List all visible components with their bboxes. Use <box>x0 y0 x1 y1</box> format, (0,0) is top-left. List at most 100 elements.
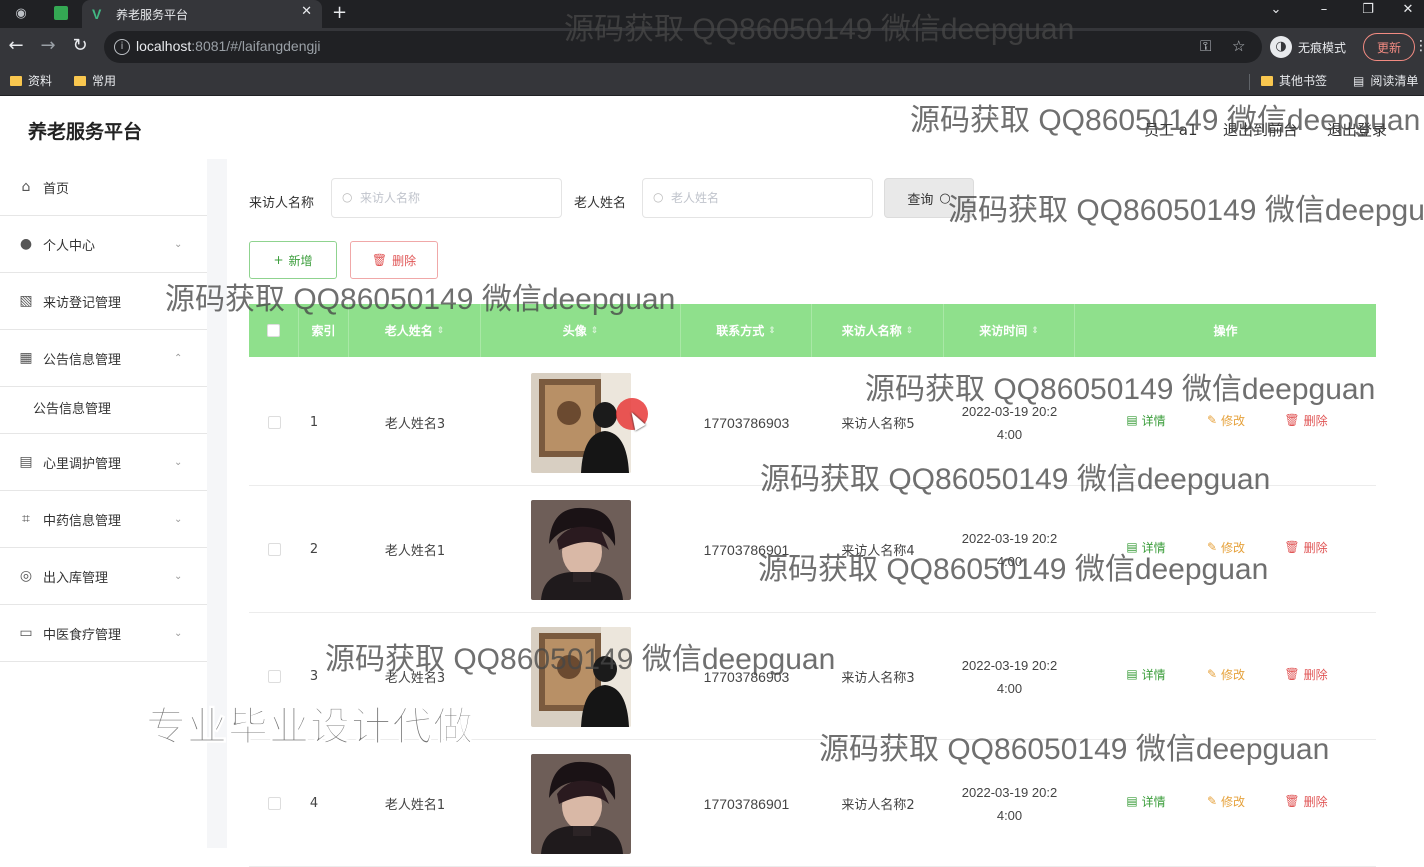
forward-icon[interactable]: → <box>38 36 58 56</box>
reading-list-icon: ▤ <box>1353 73 1365 88</box>
select-all-checkbox[interactable] <box>267 324 280 337</box>
col-avatar[interactable]: 头像 ⇕ <box>481 304 681 357</box>
chrome-profile-icon[interactable]: ◉ <box>8 2 34 24</box>
visitor-name-input-wrap[interactable]: ○ <box>331 178 562 218</box>
sort-icon[interactable]: ⇕ <box>1031 326 1039 336</box>
sidebar-item-notice[interactable]: ▦ 公告信息管理 ⌃ <box>0 330 207 387</box>
new-tab-icon[interactable]: + <box>332 2 347 23</box>
browser-menu-icon[interactable]: ⋮ <box>1414 38 1424 54</box>
close-window-icon[interactable]: ✕ <box>1396 2 1420 17</box>
crop-icon: ⌗ <box>22 511 30 527</box>
row-checkbox[interactable] <box>267 543 281 556</box>
visit-time-line: 2022-03-19 20:2 <box>961 657 1058 673</box>
row-checkbox[interactable] <box>267 797 281 810</box>
reload-icon[interactable]: ↻ <box>70 36 90 56</box>
edit-button[interactable]: ✎ 修改 <box>1191 657 1261 691</box>
add-button[interactable]: + 新增 <box>249 241 337 279</box>
logout-link[interactable]: 退出登录 <box>1327 119 1387 140</box>
row-delete-button[interactable]: 🗑 删除 <box>1271 403 1341 437</box>
sidebar-item-psych[interactable]: ▤ 心里调护管理 ⌄ <box>0 434 207 491</box>
maximize-icon[interactable]: ❐ <box>1356 2 1380 17</box>
sort-icon[interactable]: ⇕ <box>437 326 445 336</box>
folder-icon <box>10 75 22 86</box>
other-bookmarks[interactable]: 其他书签 <box>1261 72 1327 89</box>
sort-icon[interactable]: ⇕ <box>768 326 776 336</box>
row-delete-button[interactable]: 🗑 删除 <box>1271 784 1341 818</box>
col-label: 头像 <box>562 324 587 338</box>
visit-time-line: 2022-03-19 20:2 <box>961 530 1058 546</box>
user-icon: ● <box>19 236 33 252</box>
tab-search-icon[interactable]: ⌄ <box>1264 2 1288 17</box>
sidebar-item-visit[interactable]: ▧ 来访登记管理 <box>0 273 207 330</box>
tab-group-icon[interactable] <box>48 2 74 24</box>
avatar[interactable] <box>531 372 631 473</box>
row-delete-label: 删除 <box>1303 667 1328 682</box>
sort-icon[interactable]: ⇕ <box>591 326 599 336</box>
briefcase-icon: ▭ <box>19 625 33 641</box>
pencil-icon: ✎ <box>1206 667 1218 681</box>
visitor-name-input[interactable] <box>360 188 540 208</box>
reading-list[interactable]: ▤ 阅读清单 <box>1353 72 1418 89</box>
row-elder-name: 老人姓名3 <box>384 671 446 686</box>
minimize-icon[interactable]: – <box>1312 2 1336 17</box>
back-icon[interactable]: ← <box>6 36 26 56</box>
batch-delete-button[interactable]: 🗑 删除 <box>350 241 438 279</box>
row-visit-time: 2022-03-19 20:2 4:00 <box>944 486 1075 613</box>
sidebar-subitem-notice[interactable]: 公告信息管理 <box>0 382 207 434</box>
avatar[interactable] <box>531 499 631 600</box>
site-info-icon[interactable]: i <box>114 39 130 55</box>
sidebar-item-herb[interactable]: ⌗ 中药信息管理 ⌄ <box>0 491 207 548</box>
edit-button[interactable]: ✎ 修改 <box>1191 530 1261 564</box>
folder-icon <box>1261 75 1273 86</box>
bookmark-folder-2[interactable]: 常用 <box>74 72 116 89</box>
row-delete-button[interactable]: 🗑 删除 <box>1271 657 1341 691</box>
detail-button[interactable]: ▤ 详情 <box>1111 530 1181 564</box>
back-to-front-link[interactable]: 退出到前台 <box>1223 119 1298 140</box>
sidebar-item-personal[interactable]: ● 个人中心 ⌄ <box>0 216 207 273</box>
search-icon: ○ <box>939 190 951 206</box>
row-delete-button[interactable]: 🗑 删除 <box>1271 530 1341 564</box>
detail-button[interactable]: ▤ 详情 <box>1111 784 1181 818</box>
visit-table: 索引 老人姓名 ⇕ 头像 ⇕ 联系方式 ⇕ 来访人名称 ⇕ 来访时间 ⇕ 操作 … <box>249 304 1376 867</box>
avatar[interactable] <box>531 626 631 727</box>
table-row: 3 老人姓名3 17703786903 来访人名称3 2022-03-19 20… <box>249 613 1376 740</box>
sidebar-item-label: 公告信息管理 <box>43 352 122 368</box>
avatar[interactable] <box>531 753 631 854</box>
chart-icon: ▧ <box>19 293 33 309</box>
query-button[interactable]: 查询 ○ <box>884 178 974 218</box>
detail-button[interactable]: ▤ 详情 <box>1111 657 1181 691</box>
address-bar[interactable]: i localhost:8081/#/laifangdengji ⚿ ☆ <box>104 31 1262 63</box>
col-visitor-name[interactable]: 来访人名称 ⇕ <box>812 304 944 357</box>
col-phone[interactable]: 联系方式 ⇕ <box>681 304 812 357</box>
trash-icon: 🗑 <box>1284 667 1300 681</box>
bookmark-star-icon[interactable]: ☆ <box>1232 37 1245 55</box>
elder-name-input-wrap[interactable]: ○ <box>642 178 873 218</box>
detail-button[interactable]: ▤ 详情 <box>1111 403 1181 437</box>
sidebar-item-diet[interactable]: ▭ 中医食疗管理 ⌄ <box>0 605 207 662</box>
document-icon: ▤ <box>1126 667 1138 681</box>
chevron-down-icon: ⌄ <box>174 238 183 250</box>
tab-close-icon[interactable]: ✕ <box>301 4 312 19</box>
table-row: 2 老人姓名1 17703786901 来访人名称4 2022-03-19 20… <box>249 486 1376 613</box>
select-all-cell[interactable] <box>249 304 299 357</box>
row-checkbox[interactable] <box>267 416 281 429</box>
update-button[interactable]: 更新 <box>1363 33 1415 61</box>
visit-time-line: 4:00 <box>996 553 1023 569</box>
row-checkbox[interactable] <box>267 670 281 683</box>
edit-button[interactable]: ✎ 修改 <box>1191 403 1261 437</box>
portrait-photo <box>531 753 631 854</box>
document-icon: ▤ <box>1126 794 1138 808</box>
bookmark-folder-1[interactable]: 资料 <box>10 72 52 89</box>
edit-button[interactable]: ✎ 修改 <box>1191 784 1261 818</box>
browser-tab-bar: ◉ V 养老服务平台 ✕ + ⌄ – ❐ ✕ <box>0 0 1424 28</box>
pencil-icon: ✎ <box>1206 413 1218 427</box>
sort-icon[interactable]: ⇕ <box>906 326 914 336</box>
col-elder-name[interactable]: 老人姓名 ⇕ <box>349 304 481 357</box>
key-icon[interactable]: ⚿ <box>1200 37 1211 55</box>
sidebar-item-home[interactable]: ⌂ 首页 <box>0 159 207 216</box>
incognito-indicator[interactable]: ◑ 无痕模式 <box>1270 34 1346 60</box>
elder-name-input[interactable] <box>671 188 851 208</box>
col-visit-time[interactable]: 来访时间 ⇕ <box>944 304 1075 357</box>
browser-tab[interactable]: V 养老服务平台 ✕ <box>82 0 322 28</box>
sidebar-item-stock[interactable]: ◎ 出入库管理 ⌄ <box>0 548 207 605</box>
